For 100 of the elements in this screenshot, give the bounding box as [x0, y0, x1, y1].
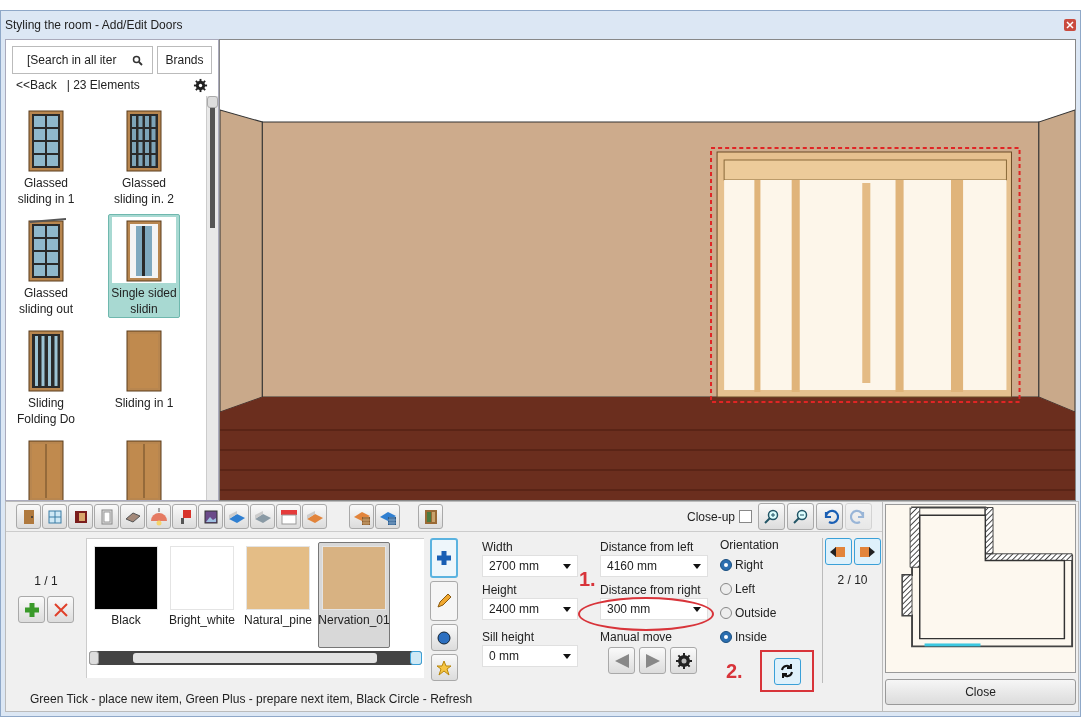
- page-indicator: 1 / 1: [34, 573, 58, 590]
- catalog-item[interactable]: Glassed sliding in 1: [10, 104, 82, 208]
- dropdown-field[interactable]: 0 mm: [482, 645, 578, 667]
- lamp-icon: [148, 506, 169, 527]
- settings-button[interactable]: [670, 647, 697, 674]
- catalog-item[interactable]: Sliding in 1: [108, 324, 180, 428]
- radio-button[interactable]: [720, 559, 732, 571]
- caret-icon: [563, 653, 571, 659]
- category-button[interactable]: [198, 504, 223, 529]
- category-button[interactable]: [418, 504, 443, 529]
- material-item[interactable]: Natural_pine: [242, 542, 314, 648]
- undo-button[interactable]: [816, 503, 843, 530]
- material-item[interactable]: Black: [90, 542, 162, 648]
- delete-button[interactable]: [47, 596, 74, 623]
- radio-button[interactable]: [720, 607, 732, 619]
- closeup-label: Close-up: [686, 508, 735, 526]
- category-button[interactable]: [120, 504, 145, 529]
- add-item-button[interactable]: [430, 538, 458, 578]
- item-label: Glassed sliding out: [17, 285, 74, 317]
- zoom-out-button[interactable]: [787, 503, 814, 530]
- wall-counter: 2 / 10: [837, 572, 868, 589]
- plus-icon: [22, 600, 41, 619]
- pencil-icon: [435, 592, 453, 610]
- catalog-item[interactable]: Sliding Folding Do: [10, 324, 82, 428]
- item-label: Glassed sliding in. 2: [112, 175, 175, 207]
- material-label: Bright_white: [167, 613, 236, 628]
- search-icon: [132, 55, 143, 66]
- closeup-checkbox[interactable]: [739, 510, 752, 523]
- orientation-label: Orientation: [720, 538, 780, 553]
- field-label: Sill height: [482, 630, 536, 645]
- field-label: Distance from left: [600, 540, 695, 555]
- category-button[interactable]: [375, 504, 400, 529]
- globe-button[interactable]: [430, 624, 458, 651]
- status-text: Green Tick - place new item, Green Plus - prepare next item, Black Circle - Refresh: [30, 691, 473, 708]
- door-icon: [124, 218, 164, 282]
- item-label: Sliding in 1: [113, 395, 175, 411]
- close-button[interactable]: [1064, 19, 1076, 31]
- radio-label: Right: [735, 557, 763, 574]
- category-button[interactable]: [276, 504, 301, 529]
- scrollbar[interactable]: [206, 96, 218, 500]
- caret-icon: [563, 606, 571, 612]
- door-icon: [26, 438, 66, 500]
- field-label: Height: [482, 583, 518, 598]
- dropdown-field[interactable]: 4160 mm: [600, 555, 708, 577]
- field-label: Distance from right: [600, 583, 702, 598]
- door-icon: [124, 108, 164, 172]
- manual-move-label: Manual move: [600, 630, 674, 645]
- cross-icon: [51, 600, 70, 619]
- catalog-item[interactable]: Glassed sliding in. 2: [108, 104, 180, 208]
- previous-wall-button[interactable]: [824, 538, 852, 565]
- material-item[interactable]: Nervation_01: [318, 542, 390, 648]
- radio-label: Outside: [735, 605, 777, 622]
- door-icon: [26, 218, 66, 282]
- move-left-button[interactable]: [608, 647, 635, 674]
- catalog-item[interactable]: Single sided slidin: [108, 214, 180, 318]
- item-label: Sliding Folding Do: [16, 395, 76, 427]
- dropdown-field[interactable]: 2400 mm: [482, 598, 578, 620]
- settings-icon: [674, 651, 693, 670]
- field-label: Width: [482, 540, 514, 555]
- annotation-number: 2.: [726, 659, 743, 684]
- item-label: Glassed sliding in 1: [16, 175, 76, 207]
- catalog-item[interactable]: Glassed sliding out: [10, 214, 82, 318]
- search-field[interactable]: [Search in all iter: [12, 46, 153, 74]
- settings-icon[interactable]: [193, 77, 208, 93]
- radio-label: Inside: [735, 629, 768, 646]
- caret-icon: [693, 606, 701, 612]
- close-icon: [1066, 21, 1074, 29]
- door-icon: [124, 328, 164, 392]
- add-button[interactable]: [18, 596, 45, 623]
- caret-icon: [563, 563, 571, 569]
- material-label: Nervation_01: [318, 613, 390, 628]
- category-button[interactable]: [172, 504, 197, 529]
- dropdown-field[interactable]: 2700 mm: [482, 555, 578, 577]
- door-icon: [26, 328, 66, 392]
- radio-button[interactable]: [720, 631, 732, 643]
- edit-button[interactable]: [430, 581, 458, 621]
- element-count: | 23 Elements: [66, 77, 140, 94]
- zoom-in-button[interactable]: [758, 503, 785, 530]
- material-item[interactable]: Bright_white: [166, 542, 238, 648]
- material-label: Natural_pine: [242, 613, 313, 628]
- material-label: Black: [110, 613, 142, 628]
- plus-icon: [436, 550, 452, 566]
- radio-label: Left: [735, 581, 755, 598]
- door-icon: [26, 108, 66, 172]
- star-icon: [435, 658, 453, 677]
- refresh-button[interactable]: [773, 657, 801, 685]
- close-dialog-button[interactable]: Close: [885, 679, 1076, 705]
- zoom-in-icon: [762, 507, 781, 526]
- brands-button[interactable]: Brands: [157, 46, 212, 74]
- dropdown-field[interactable]: 300 mm: [600, 598, 708, 620]
- back-link[interactable]: <<Back: [16, 76, 57, 94]
- annotation-number: 1.: [579, 568, 596, 590]
- radio-button[interactable]: [720, 583, 732, 595]
- category-button[interactable]: [68, 504, 93, 529]
- window-title: Styling the room - Add/Edit Doors: [5, 17, 183, 34]
- horizontal-scrollbar[interactable]: [89, 651, 422, 665]
- door-icon: [124, 438, 164, 500]
- caret-icon: [693, 563, 701, 569]
- item-label: Single sided slidin: [110, 285, 178, 317]
- next-wall-button[interactable]: [853, 538, 881, 565]
